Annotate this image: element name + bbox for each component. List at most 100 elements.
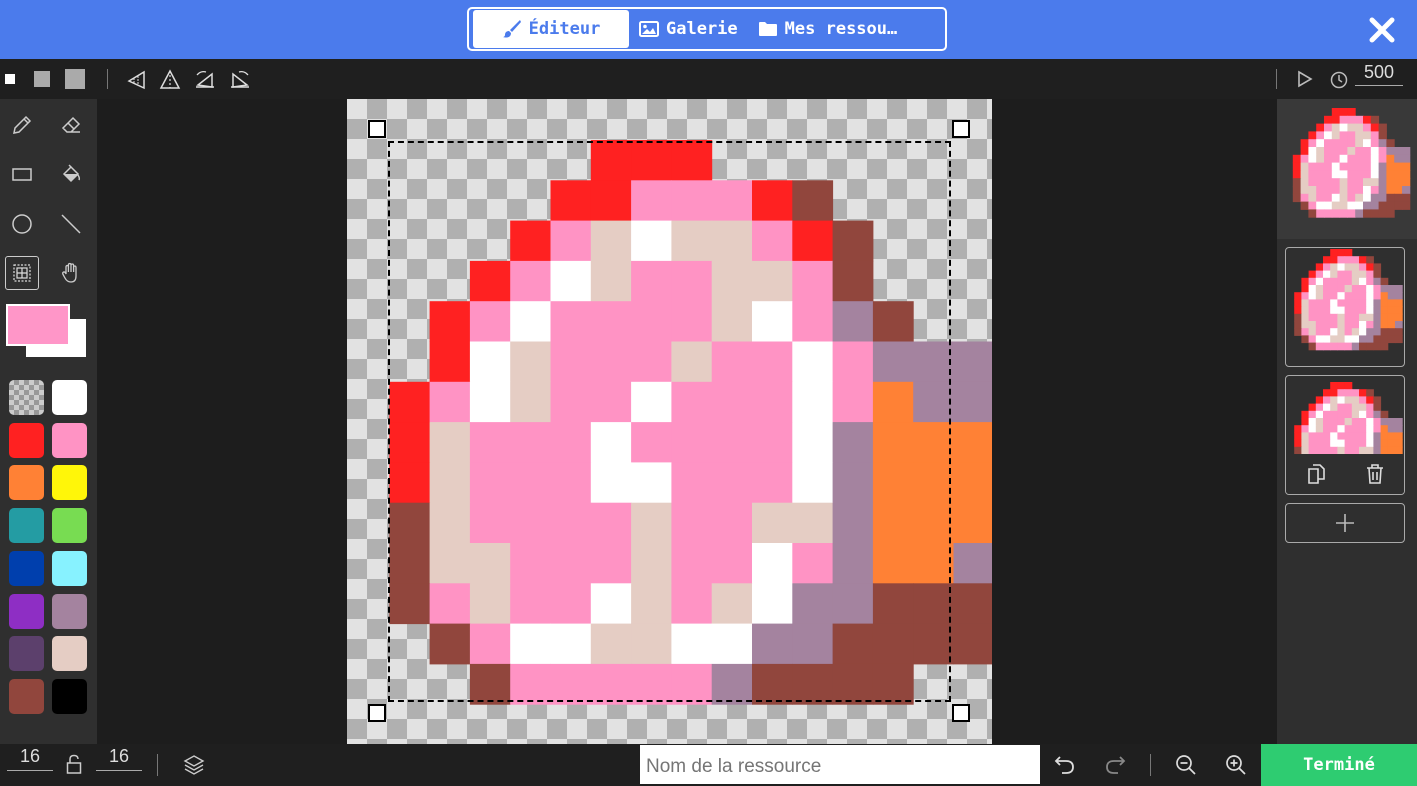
sprite-pixel [550, 180, 592, 222]
eraser-tool[interactable] [54, 108, 88, 142]
plus-icon [1336, 514, 1354, 532]
sprite-pixel [671, 341, 713, 383]
palette-swatch[interactable] [9, 550, 44, 586]
play-icon[interactable] [1297, 70, 1313, 88]
sprite-pixel [1386, 170, 1395, 179]
sprite-pixel [792, 502, 834, 544]
sprite-pixel [1292, 162, 1302, 171]
palette-swatch[interactable] [9, 380, 44, 415]
sprite-pixel [711, 220, 753, 262]
sprite-pixel [1301, 277, 1310, 286]
palette-swatch[interactable] [52, 508, 87, 544]
primary-color-swatch[interactable] [6, 304, 70, 346]
close-icon[interactable] [1367, 15, 1397, 45]
sprite-pixel [1344, 439, 1353, 448]
line-tool[interactable] [54, 207, 88, 241]
sprite-pixel [832, 502, 874, 544]
flip-horizontal-icon[interactable] [159, 69, 181, 91]
sprite-pixel [1387, 432, 1396, 441]
brush-size-medium[interactable] [34, 71, 50, 87]
sprite-pixel [1359, 299, 1367, 308]
duplicate-icon[interactable] [1306, 464, 1326, 484]
selection-handle-bottom-left[interactable] [368, 704, 386, 722]
rectangle-tool[interactable] [5, 157, 39, 191]
sprite-pixel [1395, 439, 1403, 448]
tab-editor[interactable]: Éditeur [473, 10, 629, 48]
brush-size-large[interactable] [65, 69, 85, 89]
sprite-pixel [913, 341, 954, 383]
tab-my-assets[interactable]: Mes ressou… [748, 10, 908, 48]
sprite-pixel [510, 583, 551, 625]
palette-swatch[interactable] [9, 508, 44, 544]
layers-icon[interactable] [183, 754, 205, 776]
redo-icon[interactable] [1104, 753, 1126, 775]
palette-swatch[interactable] [9, 636, 44, 672]
marquee-tool[interactable] [5, 256, 39, 290]
palette-swatch[interactable] [52, 380, 87, 415]
palette-swatch[interactable] [52, 593, 87, 629]
palette-swatch[interactable] [52, 636, 87, 672]
sprite-pixel [469, 543, 511, 584]
sprite-pixel [913, 422, 954, 463]
palette-swatch[interactable] [9, 422, 44, 458]
sprite-pixel [1378, 147, 1387, 156]
rotate-ccw-icon[interactable] [229, 69, 251, 91]
sprite-pixel [1300, 139, 1309, 148]
sprite-pixel [1386, 186, 1395, 195]
sprite-pixel [1386, 147, 1395, 156]
sprite-pixel [1395, 285, 1403, 293]
undo-icon[interactable] [1054, 753, 1076, 775]
sprite-pixel [1301, 285, 1310, 293]
pan-tool[interactable] [54, 256, 88, 290]
pencil-tool[interactable] [5, 108, 39, 142]
sprite-pixel [752, 260, 793, 302]
lock-icon[interactable] [66, 754, 82, 774]
add-frame-button[interactable] [1285, 503, 1405, 543]
trash-icon[interactable] [1366, 464, 1384, 484]
sprite-pixels[interactable] [347, 99, 992, 744]
sprite-pixel [469, 301, 511, 342]
sprite-pixel [429, 583, 471, 625]
sprite-pixel [590, 583, 632, 625]
sprite-pixel [469, 381, 511, 423]
frame-thumbnail[interactable] [1285, 247, 1405, 367]
interval-input[interactable]: 500 [1355, 62, 1403, 86]
sprite-pixel [1373, 335, 1382, 344]
palette-swatch[interactable] [9, 465, 44, 501]
palette-swatch[interactable] [52, 678, 87, 714]
selection-handle-top-left[interactable] [368, 120, 386, 138]
sprite-pixel [1402, 201, 1411, 210]
zoom-out-icon[interactable] [1174, 753, 1198, 777]
palette-swatch[interactable] [9, 593, 44, 629]
frame-thumbnail-selected[interactable] [1285, 375, 1405, 495]
sprite-pixel [590, 140, 632, 181]
sprite-pixel [1300, 186, 1309, 195]
tab-gallery[interactable]: Galerie [629, 10, 748, 48]
sprite-pixel [1308, 299, 1317, 308]
circle-tool[interactable] [5, 207, 39, 241]
palette-swatch[interactable] [9, 678, 44, 714]
done-button[interactable]: Terminé [1261, 744, 1417, 786]
sprite-pixel [1359, 432, 1367, 441]
selection-handle-bottom-right[interactable] [952, 704, 970, 722]
brush-size-small[interactable] [5, 74, 15, 84]
sprite-pixel [1315, 439, 1324, 448]
rotate-icon[interactable] [126, 69, 148, 91]
zoom-in-icon[interactable] [1224, 753, 1248, 777]
sprite-pixel [1344, 299, 1353, 308]
width-input[interactable]: 16 [7, 746, 53, 771]
sprite-pixel [1366, 335, 1374, 344]
selection-handle-top-right[interactable] [952, 120, 970, 138]
sprite-pixel [1370, 201, 1380, 210]
flip-vertical-icon[interactable] [194, 69, 216, 91]
height-input[interactable]: 16 [96, 746, 142, 771]
sprite-pixel [631, 543, 672, 584]
sprite-pixel [1308, 335, 1317, 344]
sprite-pixel [1323, 410, 1331, 419]
palette-swatch[interactable] [52, 465, 87, 501]
palette-swatch[interactable] [52, 550, 87, 586]
sprite-pixel [1344, 382, 1353, 390]
palette-swatch[interactable] [52, 422, 87, 458]
fill-tool[interactable] [54, 157, 88, 191]
asset-name-input[interactable] [640, 745, 1040, 784]
